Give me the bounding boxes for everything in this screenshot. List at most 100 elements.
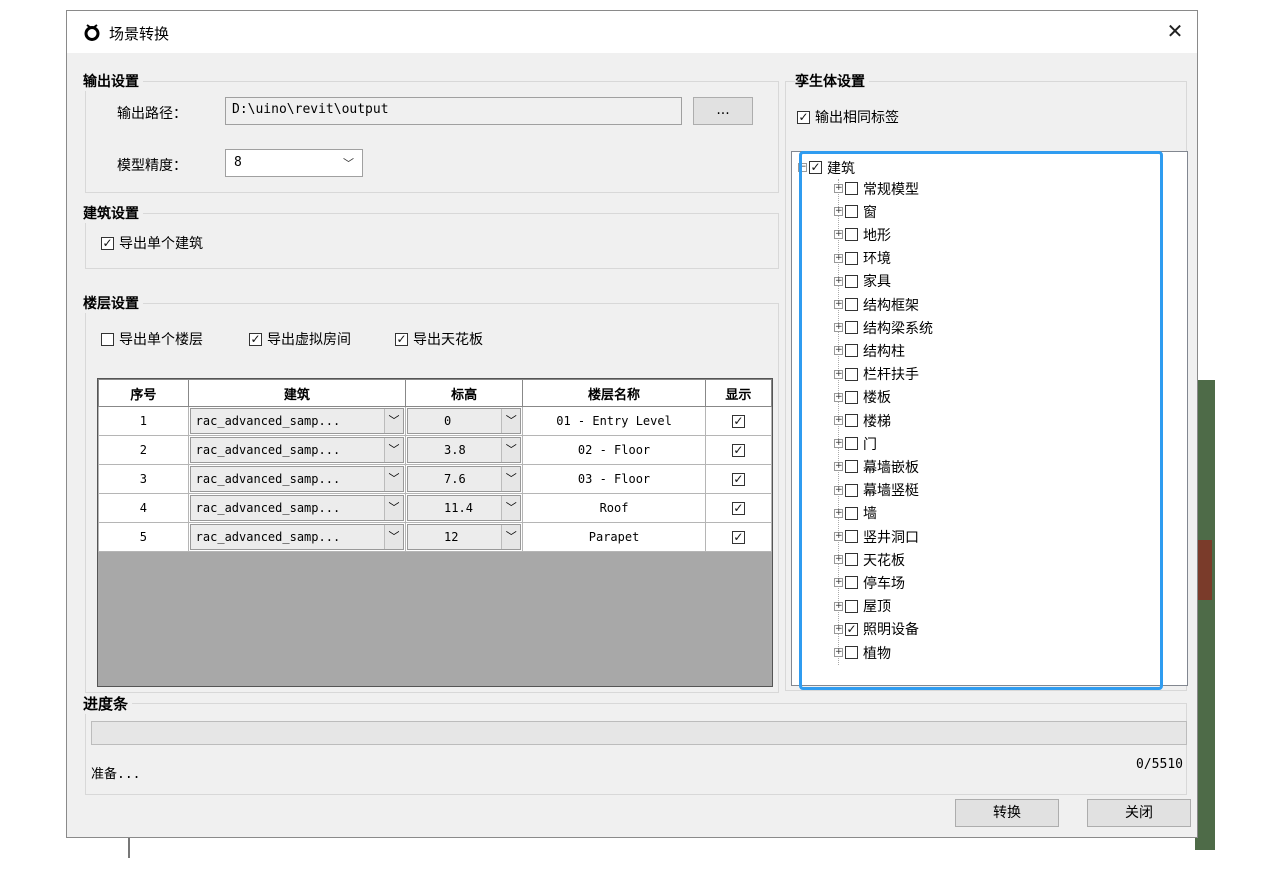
model-precision-select[interactable]: 8 ﹀ xyxy=(225,149,363,177)
row-building-cell[interactable]: rac_advanced_samp... ﹀ xyxy=(187,493,407,523)
checkbox-unchecked-icon[interactable] xyxy=(845,274,858,288)
checkbox-unchecked-icon[interactable] xyxy=(845,228,858,242)
checkbox-unchecked-icon[interactable] xyxy=(845,321,858,335)
row-show-cell[interactable] xyxy=(704,464,773,494)
checkbox-unchecked-icon[interactable] xyxy=(845,483,858,497)
show-checkbox[interactable] xyxy=(731,473,745,486)
tree-node[interactable]: + 植物 xyxy=(834,643,891,662)
tree-node[interactable]: + 屋顶 xyxy=(834,597,891,616)
collapse-icon[interactable]: − xyxy=(798,163,807,172)
tree-node[interactable]: + 结构柱 xyxy=(834,341,905,360)
chevron-down-icon[interactable]: ﹀ xyxy=(501,525,521,549)
tree-node[interactable]: + 照明设备 xyxy=(834,620,919,639)
row-show-cell[interactable] xyxy=(704,435,773,465)
table-row[interactable]: 1 rac_advanced_samp... ﹀ 0 ﹀ 01 - Entry Level xyxy=(98,406,773,436)
level-select[interactable]: 0 ﹀ xyxy=(407,408,522,434)
building-select[interactable]: rac_advanced_samp... ﹀ xyxy=(189,466,405,492)
expand-icon[interactable]: + xyxy=(834,276,843,286)
row-level-cell[interactable]: 12 ﹀ xyxy=(405,522,524,552)
show-checkbox[interactable] xyxy=(731,444,745,457)
column-header-index[interactable]: 序号 xyxy=(98,379,189,407)
export-single-floor-checkbox[interactable]: 导出单个楼层 xyxy=(101,329,203,349)
checkbox-unchecked-icon[interactable] xyxy=(845,390,858,404)
row-floor-name[interactable]: 01 - Entry Level xyxy=(522,406,706,436)
building-select[interactable]: rac_advanced_samp... ﹀ xyxy=(189,495,405,521)
tree-node[interactable]: + 家具 xyxy=(834,272,891,291)
export-virtual-room-checkbox[interactable]: 导出虚拟房间 xyxy=(249,329,351,349)
expand-icon[interactable]: + xyxy=(834,508,843,518)
chevron-down-icon[interactable]: ﹀ xyxy=(501,409,521,433)
browse-button[interactable]: ... xyxy=(693,97,753,125)
expand-icon[interactable]: + xyxy=(834,648,843,657)
building-select[interactable]: rac_advanced_samp... ﹀ xyxy=(189,408,405,434)
expand-icon[interactable]: + xyxy=(834,184,843,193)
checkbox-unchecked-icon[interactable] xyxy=(845,460,858,474)
expand-icon[interactable]: + xyxy=(834,230,843,240)
level-select[interactable]: 12 ﹀ xyxy=(407,524,522,550)
column-header-floor-name[interactable]: 楼层名称 xyxy=(522,379,706,407)
expand-icon[interactable]: + xyxy=(834,323,843,333)
expand-icon[interactable]: + xyxy=(834,462,843,472)
row-floor-name[interactable]: 02 - Floor xyxy=(522,435,706,465)
row-level-cell[interactable]: 11.4 ﹀ xyxy=(405,493,524,523)
tree-node-root[interactable]: − 建筑 xyxy=(798,158,855,177)
checkbox-unchecked-icon[interactable] xyxy=(845,530,858,543)
column-header-level[interactable]: 标高 xyxy=(405,379,524,407)
close-icon[interactable]: ✕ xyxy=(1163,19,1187,43)
chevron-down-icon[interactable]: ﹀ xyxy=(501,467,521,491)
tree-node[interactable]: + 结构梁系统 xyxy=(834,318,933,337)
close-button[interactable]: 关闭 xyxy=(1087,799,1191,827)
row-floor-name[interactable]: Parapet xyxy=(522,522,706,552)
table-row[interactable]: 2 rac_advanced_samp... ﹀ 3.8 ﹀ 02 - Floor xyxy=(98,435,773,465)
expand-icon[interactable]: + xyxy=(834,253,843,263)
output-same-tag-checkbox[interactable]: 输出相同标签 xyxy=(797,107,899,127)
expand-icon[interactable]: + xyxy=(834,601,843,611)
checkbox-unchecked-icon[interactable] xyxy=(845,205,858,219)
expand-icon[interactable]: + xyxy=(834,485,843,495)
table-row[interactable]: 4 rac_advanced_samp... ﹀ 11.4 ﹀ Roof xyxy=(98,493,773,523)
tree-node[interactable]: + 窗 xyxy=(834,202,877,221)
checkbox-unchecked-icon[interactable] xyxy=(845,251,858,265)
expand-icon[interactable]: + xyxy=(834,369,843,379)
show-checkbox[interactable] xyxy=(731,502,745,515)
checkbox-unchecked-icon[interactable] xyxy=(845,182,858,195)
checkbox-unchecked-icon[interactable] xyxy=(845,646,858,659)
expand-icon[interactable]: + xyxy=(834,555,843,565)
level-select[interactable]: 3.8 ﹀ xyxy=(407,437,522,463)
expand-icon[interactable]: + xyxy=(834,392,843,402)
row-building-cell[interactable]: rac_advanced_samp... ﹀ xyxy=(187,522,407,552)
column-header-building[interactable]: 建筑 xyxy=(187,379,407,407)
row-level-cell[interactable]: 7.6 ﹀ xyxy=(405,464,524,494)
row-level-cell[interactable]: 0 ﹀ xyxy=(405,406,524,436)
tree-node[interactable]: + 环境 xyxy=(834,249,891,268)
show-checkbox[interactable] xyxy=(731,415,745,428)
tree-node[interactable]: + 墙 xyxy=(834,504,877,523)
tree-node[interactable]: + 天花板 xyxy=(834,550,905,569)
checkbox-unchecked-icon[interactable] xyxy=(845,414,858,427)
checkbox-unchecked-icon[interactable] xyxy=(845,599,858,613)
tree-node[interactable]: + 结构框架 xyxy=(834,295,919,314)
column-header-show[interactable]: 显示 xyxy=(704,379,773,407)
checkbox-unchecked-icon[interactable] xyxy=(845,367,858,381)
chevron-down-icon[interactable]: ﹀ xyxy=(384,525,404,549)
show-checkbox[interactable] xyxy=(731,531,745,544)
chevron-down-icon[interactable]: ﹀ xyxy=(384,496,404,520)
chevron-down-icon[interactable]: ﹀ xyxy=(501,438,521,462)
tree-node[interactable]: + 幕墙嵌板 xyxy=(834,457,919,476)
checkbox-unchecked-icon[interactable] xyxy=(845,437,858,451)
category-tree[interactable]: − 建筑 +常规模型+窗+地形+环境+家具+结构框架+结构梁系统+结构柱+栏杆扶… xyxy=(791,151,1188,686)
export-ceiling-checkbox[interactable]: 导出天花板 xyxy=(395,329,483,349)
expand-icon[interactable]: + xyxy=(834,439,843,449)
chevron-down-icon[interactable]: ﹀ xyxy=(384,467,404,491)
tree-node[interactable]: + 竖井洞口 xyxy=(834,527,919,546)
expand-icon[interactable]: + xyxy=(834,300,843,309)
chevron-down-icon[interactable]: ﹀ xyxy=(384,438,404,462)
checkbox-checked-icon[interactable] xyxy=(809,161,822,174)
row-building-cell[interactable]: rac_advanced_samp... ﹀ xyxy=(187,406,407,436)
tree-node[interactable]: + 停车场 xyxy=(834,573,905,592)
tree-node[interactable]: + 常规模型 xyxy=(834,179,919,198)
checkbox-unchecked-icon[interactable] xyxy=(845,553,858,567)
convert-button[interactable]: 转换 xyxy=(955,799,1059,827)
tree-node[interactable]: + 楼板 xyxy=(834,388,891,407)
row-level-cell[interactable]: 3.8 ﹀ xyxy=(405,435,524,465)
